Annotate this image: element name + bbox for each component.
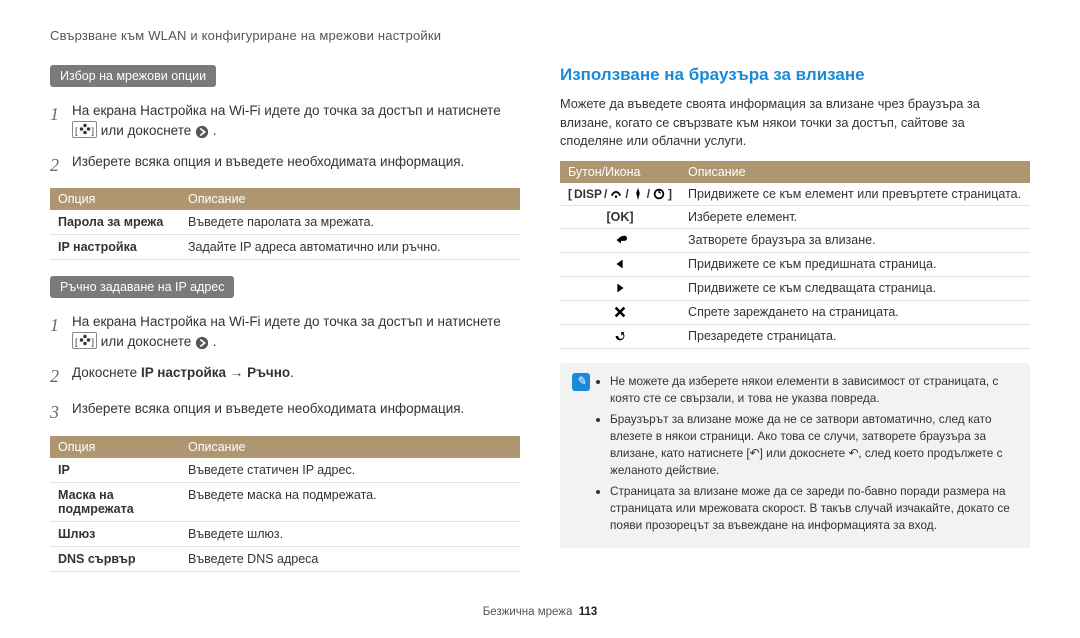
section-title-browser-login: Използване на браузъра за влизане [560,65,1030,85]
table-header: Описание [180,188,520,210]
table-header: Бутон/Икона [560,161,680,183]
reload-icon [560,324,680,348]
note-item: Не можете да изберете някои елементи в з… [610,373,1018,407]
table-row: Спрете зареждането на страницата. [560,300,1030,324]
flower-button-icon: [] [72,332,97,349]
back-icon [560,228,680,252]
chevron-right-icon [195,334,209,354]
options-table-2: Опция Описание IPВъведете статичен IP ад… [50,436,520,572]
step-number: 2 [50,363,72,389]
footer-label: Безжична мрежа [483,606,573,618]
step-text: Изберете всяка опция и въведете необходи… [72,152,520,178]
table-row: ШлюзВъведете шлюз. [50,521,520,546]
step-m3: 3 Изберете всяка опция и въведете необхо… [50,399,520,425]
step-number: 3 [50,399,72,425]
breadcrumb: Свързване към WLAN и конфигуриране на мр… [50,28,1030,43]
triangle-left-icon [560,252,680,276]
stop-x-icon [560,300,680,324]
table-header: Опция [50,188,180,210]
table-header: Описание [180,436,520,458]
step-bold: IP настройка [141,365,226,380]
note-item: Страницата за влизане може да се зареди … [610,483,1018,534]
step-number: 1 [50,101,72,142]
note-item: Браузърът за влизане може да не се затво… [610,411,1018,479]
step-text: → [226,365,247,380]
chevron-right-icon [195,123,209,143]
table-row: Придвижете се към следващата страница. [560,276,1030,300]
button-table: Бутон/Икона Описание [DISP///] Придвижет… [560,161,1030,349]
step-number: 1 [50,312,72,353]
table-header: Описание [680,161,1030,183]
step-number: 2 [50,152,72,178]
triangle-right-icon [560,276,680,300]
flower-button-icon: [] [72,121,97,138]
table-row: Затворете браузъра за влизане. [560,228,1030,252]
step-bold: Ръчно [247,365,290,380]
table-header: Опция [50,436,180,458]
section-pill-manual-ip: Ръчно задаване на IP адрес [50,276,234,298]
table-row: Презаредете страницата. [560,324,1030,348]
step-text: или докоснете [101,334,191,349]
table-row: DNS сървърВъведете DNS адреса [50,546,520,571]
table-row: [OK] Изберете елемент. [560,205,1030,228]
table-row: Маска на подмрежатаВъведете маска на под… [50,482,520,521]
table-row: IP настройкаЗадайте IP адреса автоматичн… [50,235,520,260]
step-m2: 2 Докоснете IP настройка → Ръчно. [50,363,520,389]
step-text: На екрана Настройка на Wi-Fi идете до то… [72,314,501,329]
note-box: ✎ Не можете да изберете някои елементи в… [560,363,1030,549]
step-text: Докоснете [72,365,141,380]
step-1: 1 На екрана Настройка на Wi-Fi идете до … [50,101,520,142]
page-number: 113 [579,606,598,618]
table-row: IPВъведете статичен IP адрес. [50,458,520,483]
options-table-1: Опция Описание Парола за мрежаВъведете п… [50,188,520,260]
step-text: На екрана Настройка на Wi-Fi идете до то… [72,103,501,118]
section-pill-network-options: Избор на мрежови опции [50,65,216,87]
step-text: Изберете всяка опция и въведете необходи… [72,399,520,425]
note-badge-icon: ✎ [572,373,594,539]
table-row: Парола за мрежаВъведете паролата за мреж… [50,210,520,235]
disp-buttons-icon: [DISP///] [568,187,672,201]
step-text: или докоснете [101,123,191,138]
table-row: [DISP///] Придвижете се към елемент или … [560,183,1030,206]
step-2: 2 Изберете всяка опция и въведете необхо… [50,152,520,178]
page-footer: Безжична мрежа 113 [50,606,1030,618]
ok-button-icon: [OK] [560,205,680,228]
step-text: . [213,334,217,349]
step-text: . [290,365,294,380]
table-row: Придвижете се към предишната страница. [560,252,1030,276]
step-m1: 1 На екрана Настройка на Wi-Fi идете до … [50,312,520,353]
step-text: . [213,123,217,138]
paragraph: Можете да въведете своята информация за … [560,95,1030,151]
